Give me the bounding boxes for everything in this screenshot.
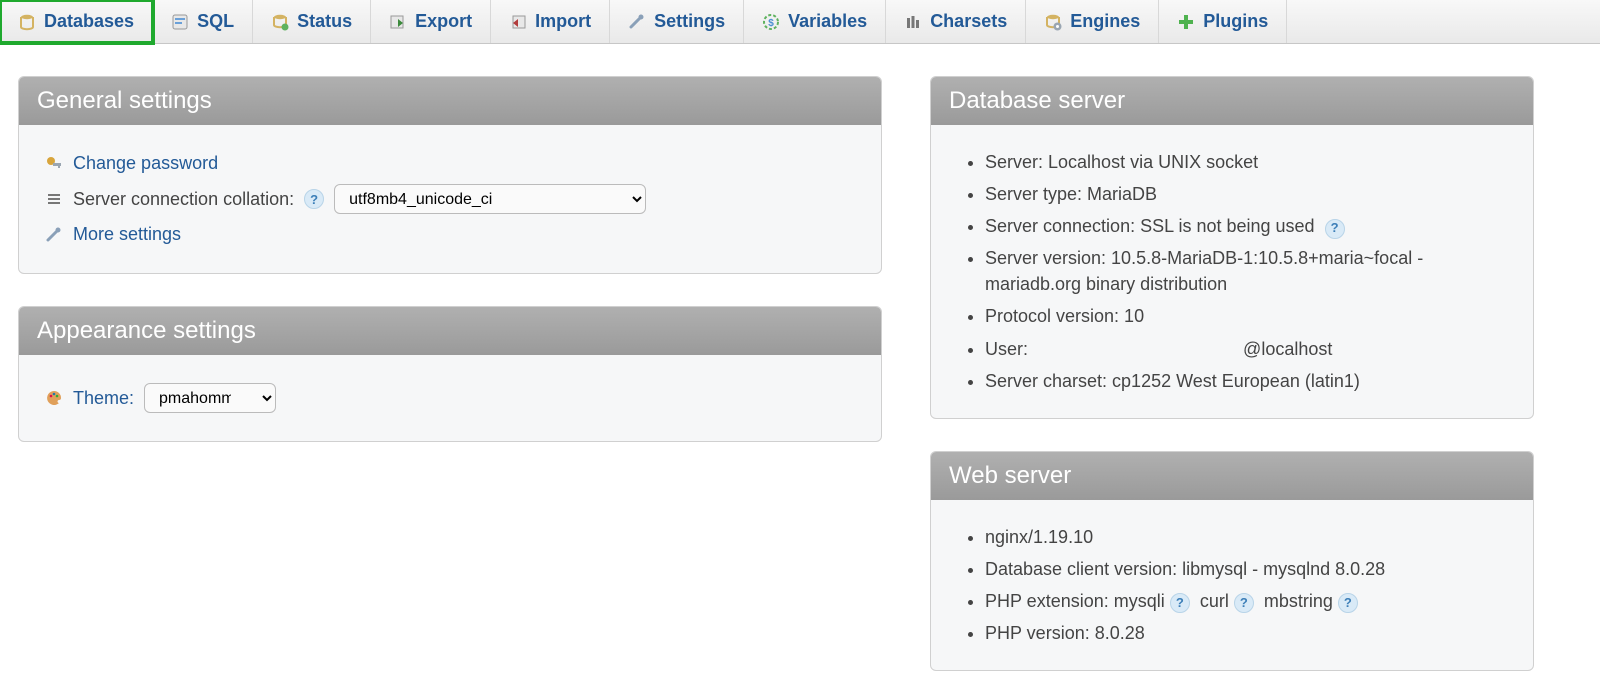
panel-title: Database server bbox=[931, 77, 1533, 125]
tab-settings[interactable]: Settings bbox=[610, 0, 744, 43]
tab-label: Status bbox=[297, 11, 352, 32]
tab-charsets[interactable]: Charsets bbox=[886, 0, 1026, 43]
list-item: Database client version: libmysql - mysq… bbox=[985, 556, 1507, 582]
panel-title: Web server bbox=[931, 452, 1533, 500]
palette-icon bbox=[45, 389, 63, 407]
more-settings-link[interactable]: More settings bbox=[73, 224, 181, 245]
tab-label: Import bbox=[535, 11, 591, 32]
tab-engines[interactable]: Engines bbox=[1026, 0, 1159, 43]
tab-label: Settings bbox=[654, 11, 725, 32]
import-icon bbox=[509, 13, 527, 31]
list-item: PHP version: 8.0.28 bbox=[985, 620, 1507, 646]
appearance-settings-panel: Appearance settings Theme: pmahomme bbox=[18, 306, 882, 442]
list-item: PHP extension: mysqli ? curl ? mbstring … bbox=[985, 588, 1507, 614]
wrench-icon bbox=[45, 226, 63, 244]
key-icon bbox=[45, 155, 63, 173]
panel-title: General settings bbox=[19, 77, 881, 125]
status-icon bbox=[271, 13, 289, 31]
tab-status[interactable]: Status bbox=[253, 0, 371, 43]
left-column: General settings Change password Server … bbox=[18, 76, 882, 671]
help-icon[interactable]: ? bbox=[304, 189, 324, 209]
tab-variables[interactable]: $ Variables bbox=[744, 0, 886, 43]
list-item: Server connection: SSL is not being used… bbox=[985, 213, 1507, 239]
list-item: Server: Localhost via UNIX socket bbox=[985, 149, 1507, 175]
tab-label: Variables bbox=[788, 11, 867, 32]
db-server-list: Server: Localhost via UNIX socket Server… bbox=[957, 149, 1507, 394]
tab-import[interactable]: Import bbox=[491, 0, 610, 43]
tab-label: Databases bbox=[44, 11, 134, 32]
tab-plugins[interactable]: Plugins bbox=[1159, 0, 1287, 43]
theme-select[interactable]: pmahomme bbox=[144, 383, 276, 413]
database-server-panel: Database server Server: Localhost via UN… bbox=[930, 76, 1534, 419]
tab-sql[interactable]: SQL bbox=[153, 0, 253, 43]
variables-icon: $ bbox=[762, 13, 780, 31]
help-icon[interactable]: ? bbox=[1325, 219, 1345, 239]
export-icon bbox=[389, 13, 407, 31]
collation-select[interactable]: utf8mb4_unicode_ci bbox=[334, 184, 646, 214]
list-item: nginx/1.19.10 bbox=[985, 524, 1507, 550]
list-item: Protocol version: 10 bbox=[985, 303, 1507, 329]
web-server-list: nginx/1.19.10 Database client version: l… bbox=[957, 524, 1507, 646]
list-item: Server charset: cp1252 West European (la… bbox=[985, 368, 1507, 394]
help-icon[interactable]: ? bbox=[1170, 593, 1190, 613]
theme-label[interactable]: Theme: bbox=[73, 388, 134, 409]
settings-icon bbox=[628, 13, 646, 31]
tab-label: Charsets bbox=[930, 11, 1007, 32]
svg-text:$: $ bbox=[768, 18, 774, 29]
main-area: General settings Change password Server … bbox=[0, 44, 1600, 671]
tab-label: SQL bbox=[197, 11, 234, 32]
sql-icon bbox=[171, 13, 189, 31]
help-icon[interactable]: ? bbox=[1338, 593, 1358, 613]
web-server-panel: Web server nginx/1.19.10 Database client… bbox=[930, 451, 1534, 671]
databases-icon bbox=[18, 13, 36, 31]
help-icon[interactable]: ? bbox=[1234, 593, 1254, 613]
collation-icon bbox=[45, 190, 63, 208]
list-item: Server version: 10.5.8-MariaDB-1:10.5.8+… bbox=[985, 245, 1507, 297]
list-item: Server type: MariaDB bbox=[985, 181, 1507, 207]
right-column: Database server Server: Localhost via UN… bbox=[930, 76, 1534, 671]
panel-title: Appearance settings bbox=[19, 307, 881, 355]
tab-label: Export bbox=[415, 11, 472, 32]
general-settings-panel: General settings Change password Server … bbox=[18, 76, 882, 274]
tab-databases[interactable]: Databases bbox=[0, 0, 153, 43]
plugins-icon bbox=[1177, 13, 1195, 31]
charsets-icon bbox=[904, 13, 922, 31]
tab-label: Plugins bbox=[1203, 11, 1268, 32]
top-tabs: Databases SQL Status Export Import Setti… bbox=[0, 0, 1600, 44]
tab-export[interactable]: Export bbox=[371, 0, 491, 43]
tab-label: Engines bbox=[1070, 11, 1140, 32]
change-password-link[interactable]: Change password bbox=[73, 153, 218, 174]
collation-label: Server connection collation: bbox=[73, 189, 294, 210]
engines-icon bbox=[1044, 13, 1062, 31]
list-item: User: @localhost bbox=[985, 336, 1507, 362]
